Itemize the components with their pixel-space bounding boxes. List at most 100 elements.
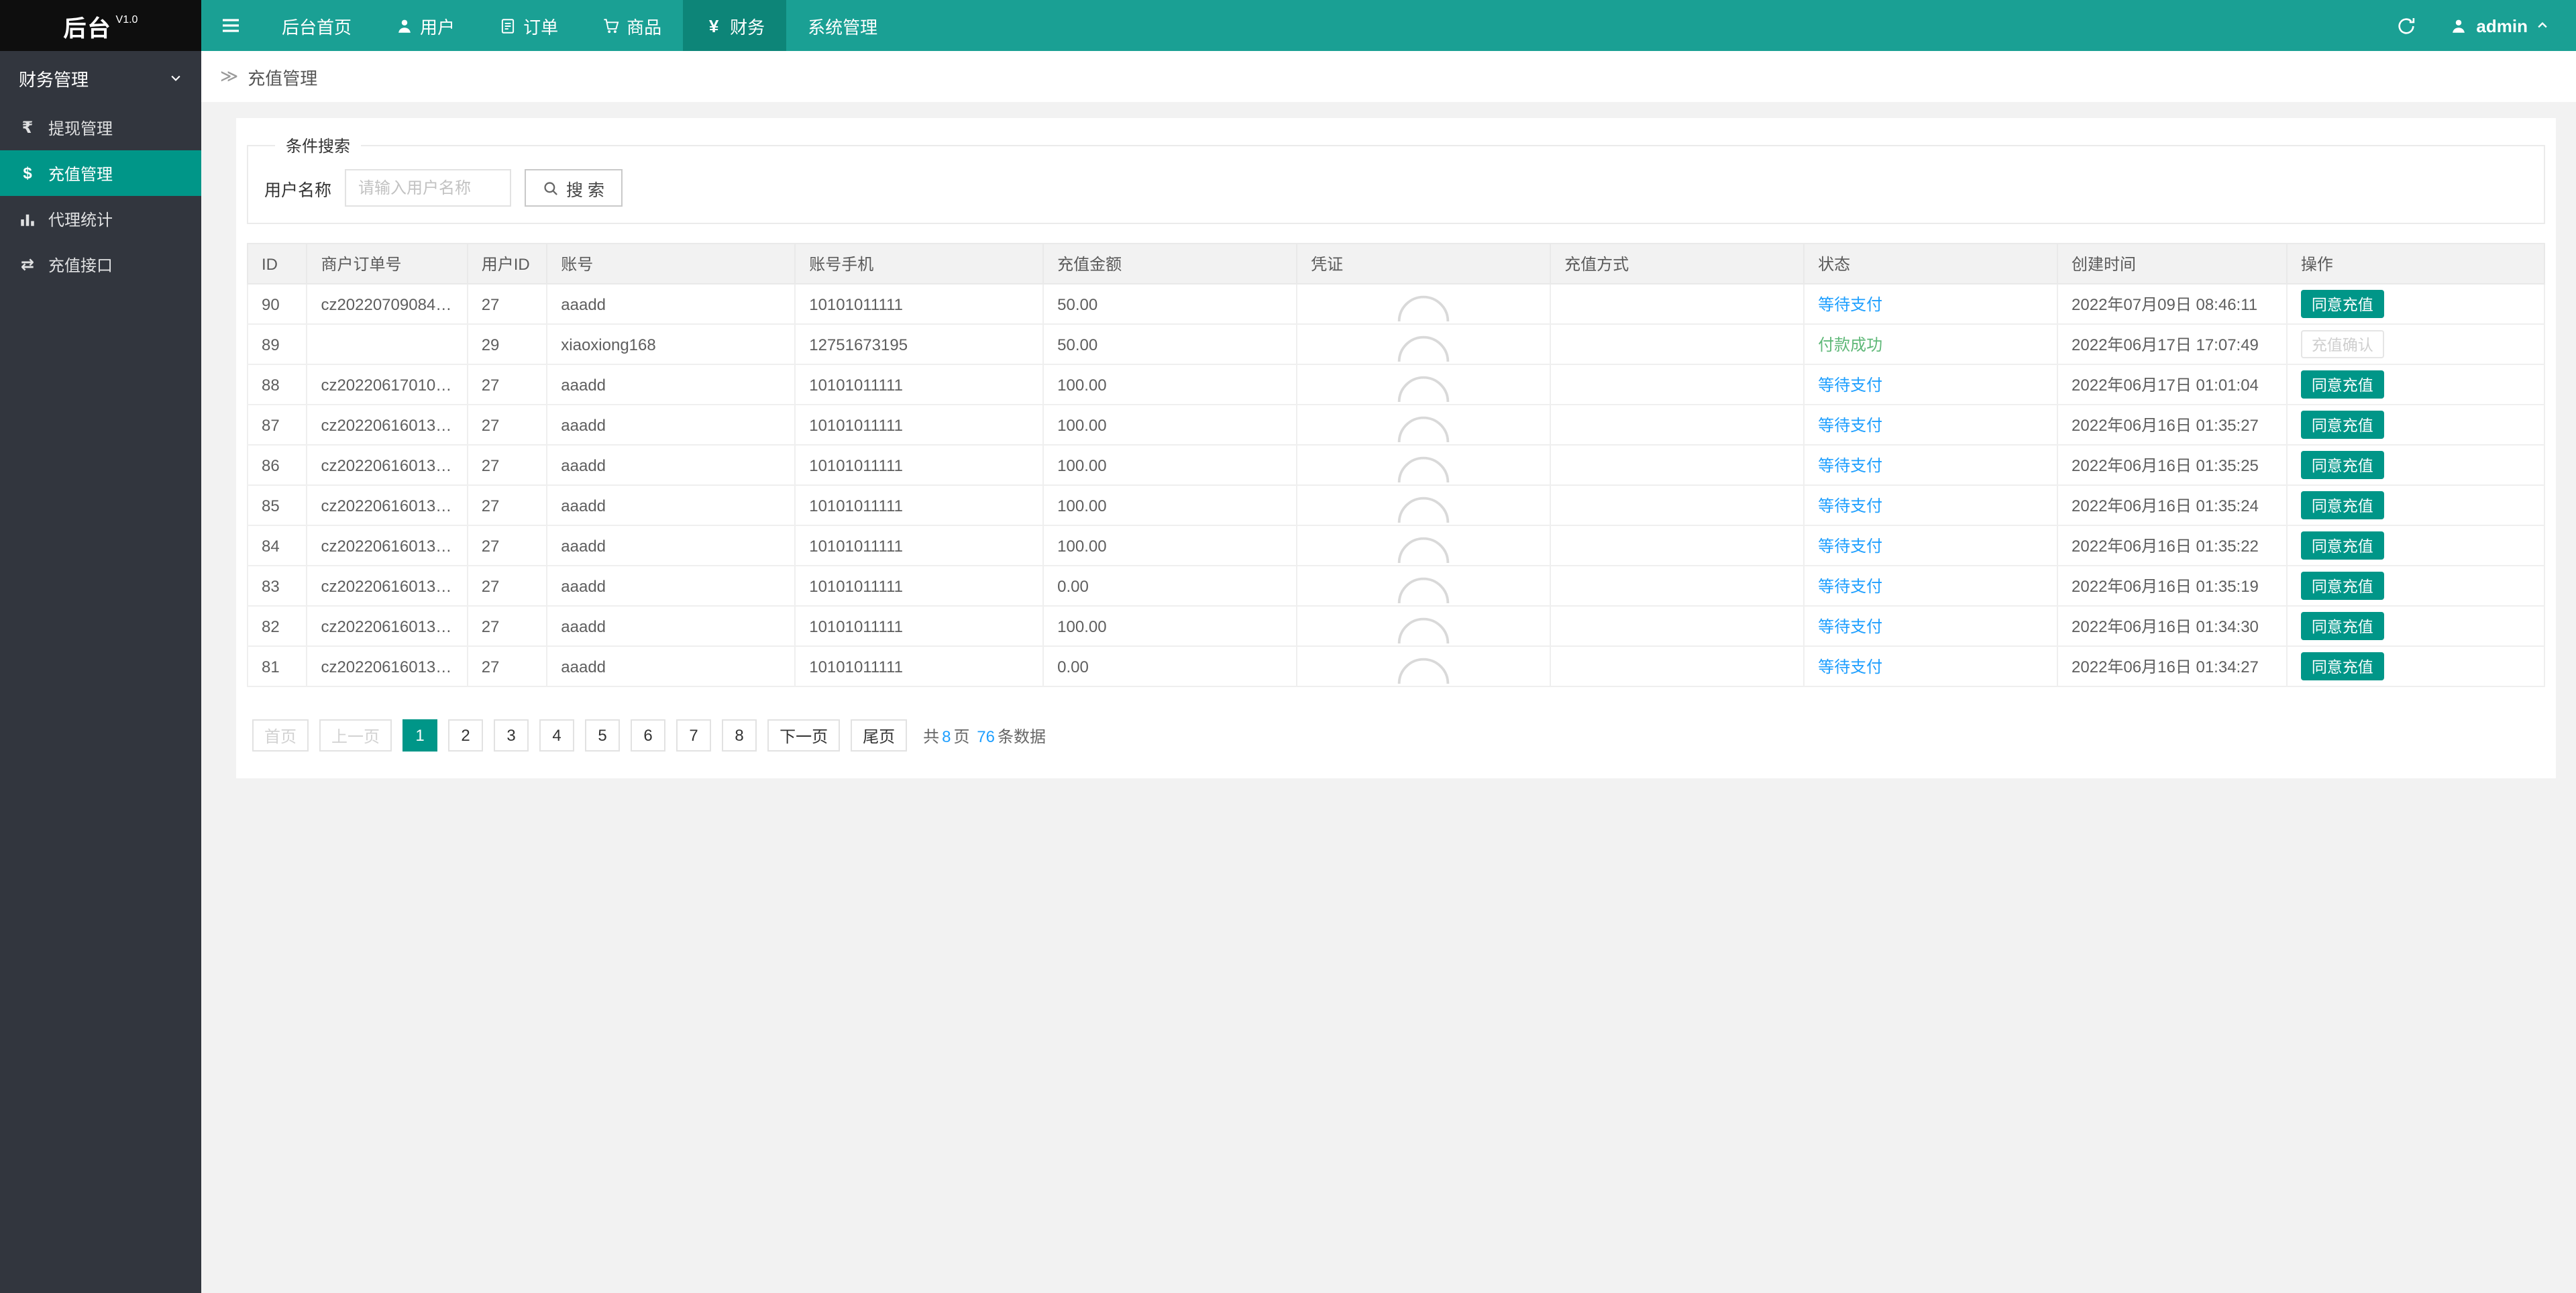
cell-user-id: 27 <box>466 525 548 566</box>
column-header: 操作 <box>2286 243 2546 285</box>
cell-user-id: 27 <box>466 605 548 647</box>
cell-voucher <box>1296 525 1552 566</box>
cell-user-id: 27 <box>466 364 548 405</box>
refresh-icon <box>2396 15 2416 36</box>
search-row: 用户名称 搜 索 <box>264 169 2528 207</box>
broken-image-arc-icon[interactable] <box>1311 287 1536 321</box>
recharge-action-button[interactable]: 同意充值 <box>2300 411 2384 439</box>
recharge-action-button[interactable]: 同意充值 <box>2300 290 2384 318</box>
username-input[interactable] <box>345 169 512 207</box>
search-icon <box>542 179 559 197</box>
sidebar: 财务管理 ₹ 提现管理 $ 充值管理 代理统计 ⇄ 充值接口 <box>0 51 201 1293</box>
pagination-page-button[interactable]: 7 <box>676 719 712 752</box>
double-chevron-icon: ≫ <box>220 66 239 86</box>
cell-action: 同意充值 <box>2286 525 2546 566</box>
cell-user-id: 27 <box>466 565 548 607</box>
cell-account: aaadd <box>546 364 796 405</box>
table-body: 90 cz2022070908461... 27 aaadd 101010111… <box>246 283 2546 687</box>
cell-order-no: cz2022061601342... <box>306 645 468 687</box>
content-area: 条件搜索 用户名称 搜 索 <box>201 102 2576 1293</box>
column-header: 充值金额 <box>1042 243 1298 285</box>
nav-item-users[interactable]: 用户 <box>373 0 476 51</box>
recharge-action-button[interactable]: 同意充值 <box>2300 491 2384 519</box>
nav-item-dashboard[interactable]: 后台首页 <box>260 0 373 51</box>
search-button[interactable]: 搜 索 <box>525 169 622 207</box>
cell-status: 等待支付 <box>1803 283 2059 325</box>
sidebar-group-finance[interactable]: 财务管理 <box>0 51 201 105</box>
cell-order-no: cz2022061701010... <box>306 364 468 405</box>
cell-phone: 10101011111 <box>794 444 1044 486</box>
chevron-down-icon <box>169 71 182 85</box>
cell-account: aaadd <box>546 484 796 526</box>
broken-image-arc-icon[interactable] <box>1311 488 1536 523</box>
cell-amount: 100.00 <box>1042 484 1298 526</box>
nav-item-system[interactable]: 系统管理 <box>786 0 899 51</box>
status-badge: 付款成功 <box>1818 335 1883 354</box>
pagination-page-button[interactable]: 4 <box>539 719 575 752</box>
pagination-page-button[interactable]: 5 <box>585 719 621 752</box>
recharge-action-button[interactable]: 同意充值 <box>2300 370 2384 399</box>
cell-created: 2022年06月16日 01:35:25 <box>2057 444 2288 486</box>
pagination-page-button[interactable]: 1 <box>402 719 438 752</box>
broken-image-arc-icon[interactable] <box>1311 367 1536 402</box>
cell-method <box>1550 444 1805 486</box>
cell-account: aaadd <box>546 605 796 647</box>
broken-image-arc-icon[interactable] <box>1311 448 1536 482</box>
cell-created: 2022年06月17日 01:01:04 <box>2057 364 2288 405</box>
broken-image-arc-icon[interactable] <box>1311 609 1536 643</box>
cell-action: 同意充值 <box>2286 444 2546 486</box>
broken-image-arc-icon[interactable] <box>1311 528 1536 563</box>
nav-item-orders[interactable]: 订单 <box>476 0 580 51</box>
main-area: ≫ 充值管理 条件搜索 用户名称 搜 索 <box>201 51 2576 1293</box>
refresh-button[interactable] <box>2377 0 2436 51</box>
pagination: 首页 上一页 12345678 下一页 尾页 共8页 76 条数据 <box>252 719 2545 752</box>
sidebar-item-recharge-api[interactable]: ⇄ 充值接口 <box>0 242 201 287</box>
cell-order-no: cz2022061601351... <box>306 565 468 607</box>
table-header: ID 商户订单号 用户ID 账号 账号手机 充值金额 凭证 充值方式 状态 创建时间 操作 <box>246 243 2546 285</box>
sidebar-item-withdraw[interactable]: ₹ 提现管理 <box>0 105 201 150</box>
pagination-page-button[interactable]: 8 <box>722 719 757 752</box>
exchange-icon: ⇄ <box>20 255 35 274</box>
cell-amount: 0.00 <box>1042 565 1298 607</box>
broken-image-arc-icon[interactable] <box>1311 327 1536 362</box>
cell-action: 同意充值 <box>2286 364 2546 405</box>
table-row: 87 cz2022061601352... 27 aaadd 101010111… <box>246 404 2546 446</box>
broken-image-arc-icon[interactable] <box>1311 649 1536 684</box>
recharge-action-button[interactable]: 同意充值 <box>2300 572 2384 600</box>
menu-toggle-button[interactable] <box>201 0 260 51</box>
cell-voucher <box>1296 364 1552 405</box>
pagination-prev-button: 上一页 <box>319 719 392 752</box>
cell-method <box>1550 323 1805 365</box>
recharge-action-button[interactable]: 同意充值 <box>2300 451 2384 479</box>
pagination-page-button[interactable]: 2 <box>448 719 484 752</box>
table-row: 81 cz2022061601342... 27 aaadd 101010111… <box>246 645 2546 687</box>
broken-image-arc-icon[interactable] <box>1311 568 1536 603</box>
sidebar-item-agent-stats[interactable]: 代理统计 <box>0 196 201 242</box>
recharge-action-button[interactable]: 同意充值 <box>2300 531 2384 560</box>
cell-id: 81 <box>246 645 308 687</box>
table-row: 83 cz2022061601351... 27 aaadd 101010111… <box>246 565 2546 607</box>
recharge-action-button[interactable]: 同意充值 <box>2300 612 2384 640</box>
broken-image-arc-icon[interactable] <box>1311 407 1536 442</box>
sidebar-item-recharge[interactable]: $ 充值管理 <box>0 150 201 196</box>
recharge-action-button[interactable]: 充值确认 <box>2300 330 2384 358</box>
nav-item-finance[interactable]: ¥ 财务 <box>683 0 787 51</box>
pagination-page-button[interactable]: 6 <box>631 719 666 752</box>
cell-method <box>1550 283 1805 325</box>
pagination-next-button[interactable]: 下一页 <box>767 719 841 752</box>
cell-action: 同意充值 <box>2286 645 2546 687</box>
user-menu[interactable]: admin <box>2436 0 2576 51</box>
total-records: 76 <box>977 727 995 745</box>
recharge-action-button[interactable]: 同意充值 <box>2300 652 2384 680</box>
pagination-last-button[interactable]: 尾页 <box>851 719 908 752</box>
cell-created: 2022年06月16日 01:35:22 <box>2057 525 2288 566</box>
nav-item-goods[interactable]: 商品 <box>580 0 683 51</box>
column-header: 状态 <box>1803 243 2059 285</box>
cell-status: 等待支付 <box>1803 525 2059 566</box>
cell-order-no: cz2022061601343... <box>306 605 468 647</box>
top-bar: 后台 V1.0 后台首页 用户 订单 商品 ¥ 财务 系统管理 admin <box>0 0 2576 51</box>
column-header: 商户订单号 <box>306 243 468 285</box>
pagination-page-button[interactable]: 3 <box>494 719 529 752</box>
cell-voucher <box>1296 484 1552 526</box>
cell-order-no: cz2022061601352... <box>306 444 468 486</box>
